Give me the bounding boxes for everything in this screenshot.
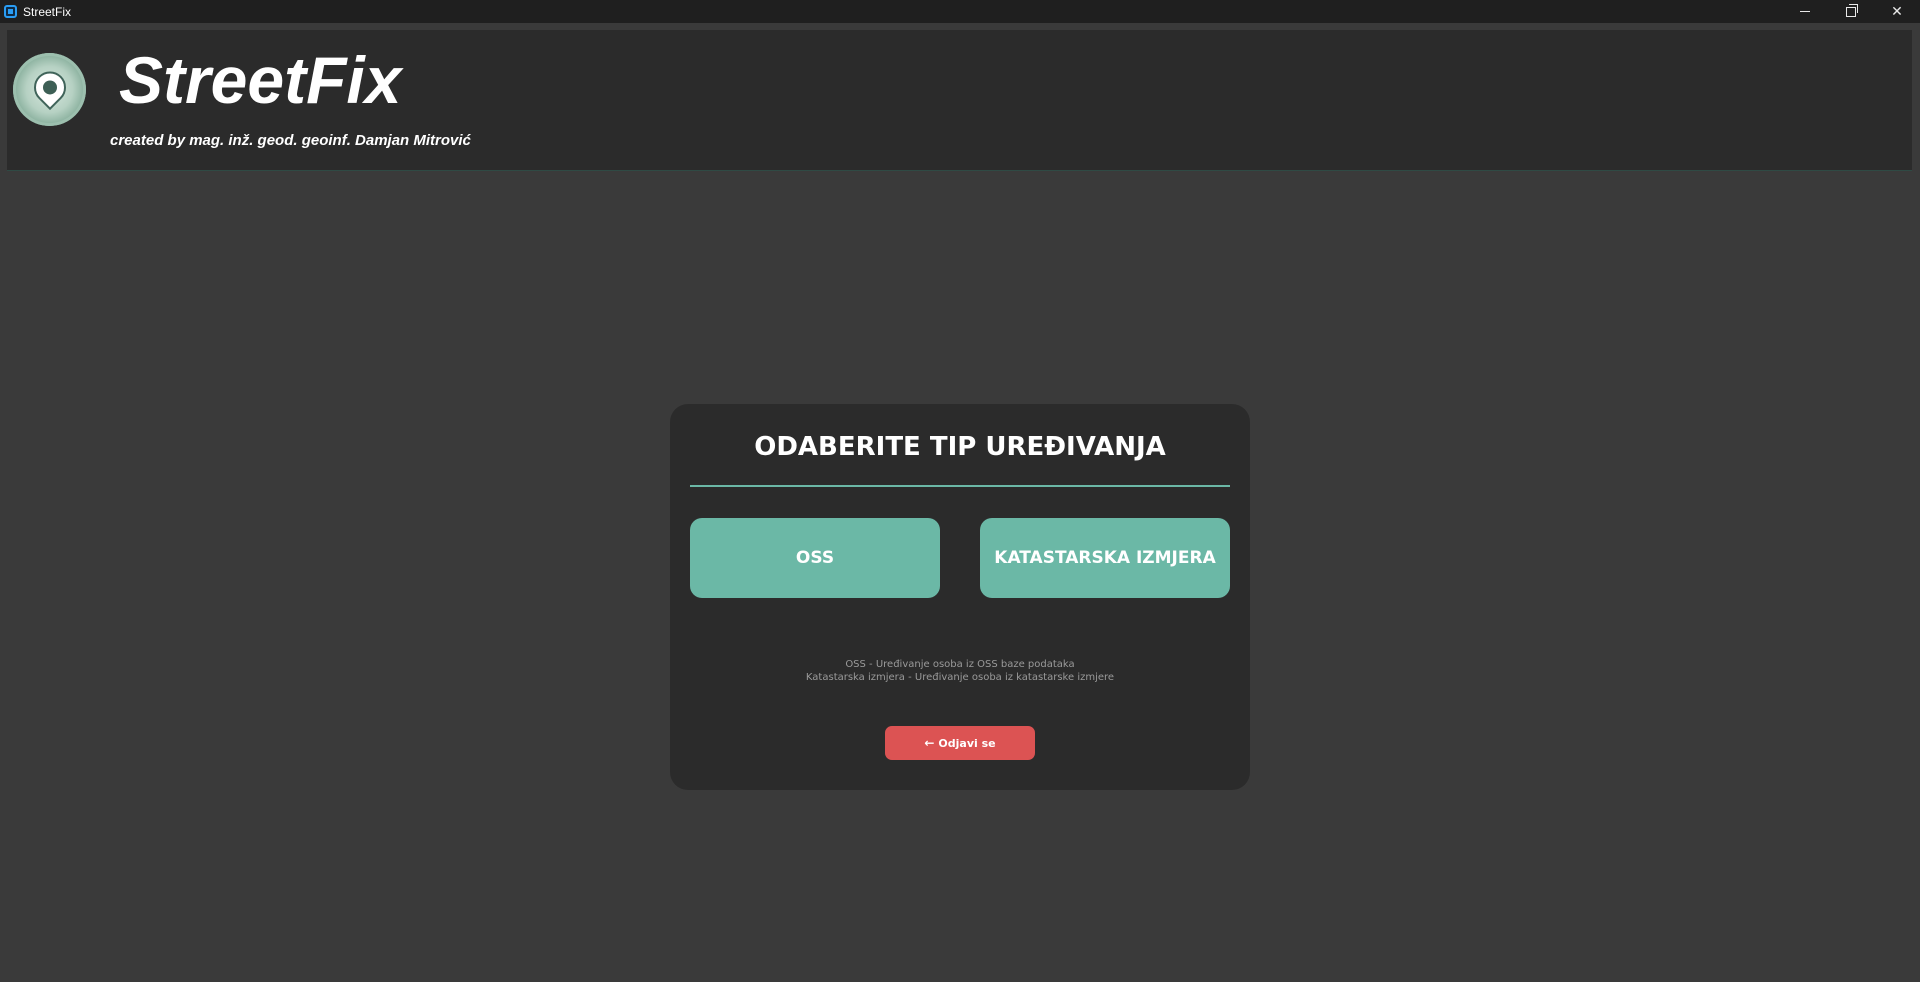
description-line-cadastral: Katastarska izmjera - Uređivanje osoba i… (805, 672, 1115, 683)
oss-button[interactable]: OSS (690, 518, 940, 598)
window-controls: ✕ (1782, 0, 1920, 23)
restore-button[interactable] (1828, 0, 1874, 23)
app-header: StreetFix created by mag. inž. geod. geo… (7, 30, 1912, 170)
header-divider (7, 170, 1912, 171)
map-pin-icon (26, 64, 73, 110)
window-title: StreetFix (23, 4, 72, 19)
author-credit: created by mag. inž. geod. geoinf. Damja… (110, 132, 471, 149)
close-icon: ✕ (1891, 3, 1903, 20)
minimize-icon (1800, 11, 1810, 12)
logout-label: Odjavi se (938, 736, 996, 750)
cadastral-survey-button[interactable]: KATASTARSKA IZMJERA (980, 518, 1230, 598)
title-divider (690, 485, 1230, 487)
description-line-oss: OSS - Uređivanje osoba iz OSS baze podat… (845, 659, 1075, 670)
app-icon (4, 5, 17, 18)
arrow-left-icon: ← (924, 736, 935, 750)
restore-icon (1846, 3, 1858, 17)
card-title: ODABERITE TIP UREĐIVANJA (754, 432, 1166, 462)
edit-type-card: ODABERITE TIP UREĐIVANJA OSS KATASTARSKA… (670, 404, 1250, 790)
app-name: StreetFix (119, 43, 402, 117)
close-button[interactable]: ✕ (1874, 0, 1920, 23)
minimize-button[interactable] (1782, 0, 1828, 23)
map-pin-logo-icon (13, 53, 86, 126)
window-titlebar: StreetFix ✕ (0, 0, 1920, 23)
logout-button[interactable]: ← Odjavi se (885, 726, 1035, 760)
description-text: OSS - Uređivanje osoba iz OSS baze podat… (670, 658, 1250, 684)
